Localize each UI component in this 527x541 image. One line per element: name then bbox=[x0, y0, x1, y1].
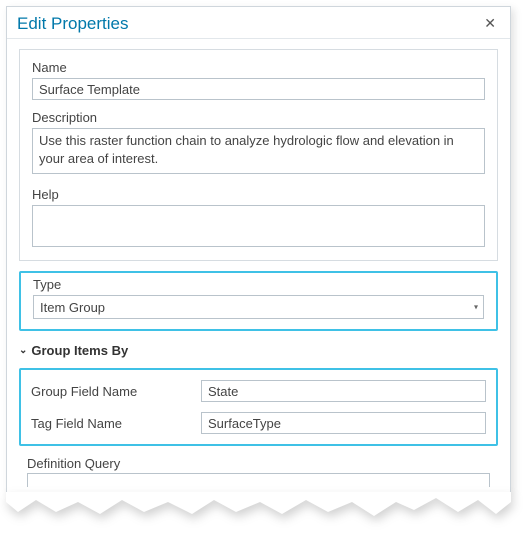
collapse-caret-icon: ⌄ bbox=[19, 345, 27, 356]
type-select-value: Item Group bbox=[33, 295, 484, 319]
type-select[interactable]: Item Group ▾ bbox=[33, 295, 484, 319]
description-input[interactable] bbox=[32, 128, 485, 174]
dialog-header: Edit Properties ✕ bbox=[7, 7, 510, 39]
tag-field-name-input[interactable] bbox=[201, 412, 486, 434]
torn-edge-decoration bbox=[6, 494, 511, 524]
close-icon[interactable]: ✕ bbox=[480, 13, 500, 34]
edit-properties-dialog: Edit Properties ✕ Name Description Help … bbox=[6, 6, 511, 494]
type-label: Type bbox=[33, 277, 484, 292]
description-label: Description bbox=[32, 110, 485, 125]
dialog-title: Edit Properties bbox=[17, 14, 129, 34]
help-input[interactable] bbox=[32, 205, 485, 247]
help-label: Help bbox=[32, 187, 485, 202]
name-input[interactable] bbox=[32, 78, 485, 100]
definition-query-input[interactable] bbox=[27, 473, 490, 487]
properties-panel: Name Description Help bbox=[19, 49, 498, 261]
help-field: Help bbox=[32, 187, 485, 250]
group-items-by-title: Group Items By bbox=[31, 343, 128, 358]
tag-field-name-label: Tag Field Name bbox=[31, 416, 201, 431]
group-field-name-input[interactable] bbox=[201, 380, 486, 402]
tag-field-name-row: Tag Field Name bbox=[31, 412, 486, 434]
type-highlight-region: Type Item Group ▾ bbox=[19, 271, 498, 331]
group-field-name-row: Group Field Name bbox=[31, 380, 486, 402]
description-field: Description bbox=[32, 110, 485, 177]
group-items-highlight-region: Group Field Name Tag Field Name bbox=[19, 368, 498, 446]
definition-query-label: Definition Query bbox=[27, 456, 490, 471]
name-label: Name bbox=[32, 60, 485, 75]
group-items-by-header[interactable]: ⌄ Group Items By bbox=[19, 343, 498, 358]
group-field-name-label: Group Field Name bbox=[31, 384, 201, 399]
name-field: Name bbox=[32, 60, 485, 100]
